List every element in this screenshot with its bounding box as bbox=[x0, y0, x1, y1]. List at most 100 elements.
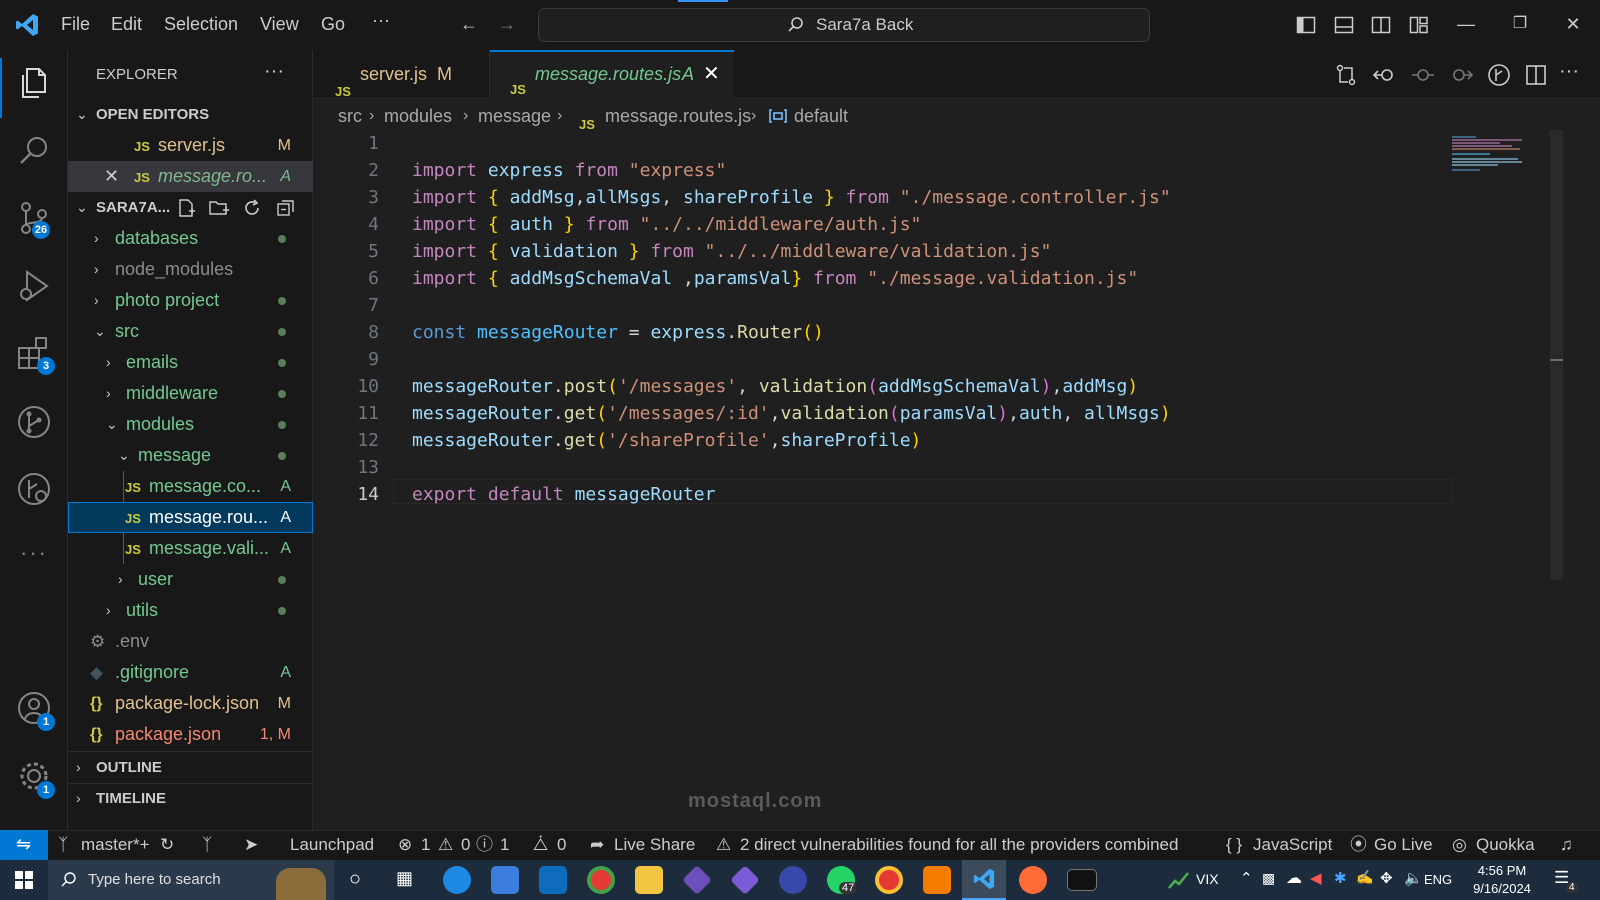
tree-item-src[interactable]: ⌄ src bbox=[68, 316, 313, 347]
ports-count[interactable]: 0 bbox=[557, 831, 566, 859]
vscode-logo-icon[interactable] bbox=[14, 12, 40, 38]
menu-selection[interactable]: Selection bbox=[164, 14, 238, 35]
language-mode[interactable]: JavaScript bbox=[1253, 831, 1332, 859]
forward-arrow-icon[interactable]: → bbox=[496, 13, 518, 35]
explorer-more-button[interactable]: ··· bbox=[264, 60, 284, 83]
error-count[interactable]: 1 bbox=[421, 831, 430, 859]
git-graph-status-icon[interactable]: ᛉ bbox=[202, 831, 212, 859]
bell-icon[interactable]: ♫ bbox=[1560, 831, 1573, 859]
chrome-icon[interactable] bbox=[587, 866, 615, 894]
file-explorer-icon[interactable] bbox=[635, 866, 663, 894]
input-icon[interactable]: ✍ bbox=[1356, 869, 1373, 886]
taskbar-search-box[interactable]: Type here to search bbox=[48, 860, 334, 900]
breadcrumb-item[interactable]: src bbox=[338, 99, 362, 133]
restore-icon[interactable]: ❐ bbox=[1509, 13, 1531, 35]
close-icon[interactable]: ✕ bbox=[104, 161, 119, 192]
toggle-sidebar-icon[interactable] bbox=[1296, 15, 1316, 35]
clock-date[interactable]: 9/16/2024 bbox=[1466, 881, 1538, 896]
split-editor-icon[interactable] bbox=[1525, 64, 1547, 86]
launchpad-label[interactable]: Launchpad bbox=[290, 831, 374, 859]
tree-item-utils[interactable]: › utils bbox=[68, 595, 313, 626]
previous-revision-icon[interactable] bbox=[1373, 64, 1397, 86]
search-icon[interactable] bbox=[17, 134, 51, 168]
breadcrumb-item[interactable]: modules bbox=[384, 99, 452, 133]
tree-item-photo-project[interactable]: › photo project bbox=[68, 285, 313, 316]
warning-count[interactable]: 0 bbox=[461, 831, 470, 859]
toggle-secondary-sidebar-icon[interactable] bbox=[1371, 15, 1391, 35]
tree-item-gitignore[interactable]: ◆ .gitignore A bbox=[68, 657, 313, 688]
refresh-icon[interactable] bbox=[242, 198, 262, 218]
bluetooth-icon[interactable]: ✱ bbox=[1334, 869, 1347, 887]
breadcrumb-item[interactable]: default bbox=[794, 99, 848, 133]
chrome-icon[interactable] bbox=[875, 866, 903, 894]
command-center-search[interactable]: Sara7a Back bbox=[538, 8, 1150, 42]
menu-go[interactable]: Go bbox=[321, 14, 345, 35]
remote-indicator[interactable]: ⇋ bbox=[0, 830, 48, 860]
task-view-icon[interactable]: ▦ bbox=[396, 868, 413, 889]
git-graph-icon[interactable] bbox=[17, 404, 51, 440]
sync-icon[interactable]: ↻ bbox=[160, 831, 174, 859]
tree-item-message-routes[interactable]: JS message.rou... A bbox=[68, 502, 313, 533]
close-window-icon[interactable]: ✕ bbox=[1562, 13, 1584, 35]
run-debug-icon[interactable] bbox=[17, 268, 51, 304]
new-folder-icon[interactable] bbox=[208, 198, 230, 218]
onedrive-icon[interactable]: ☁ bbox=[1286, 868, 1302, 888]
back-arrow-icon[interactable]: ← bbox=[458, 13, 480, 35]
windows-start-icon[interactable] bbox=[15, 871, 33, 889]
live-share-label[interactable]: Live Share bbox=[614, 831, 695, 859]
breadcrumb-item[interactable]: message.routes.js bbox=[605, 99, 751, 133]
tree-item-env[interactable]: ⚙ .env bbox=[68, 626, 313, 657]
new-file-icon[interactable] bbox=[176, 198, 196, 218]
vscode-taskbar-active[interactable] bbox=[962, 860, 1006, 900]
tab-message-routes-js[interactable]: JS message.routes.js A ✕ bbox=[490, 50, 734, 99]
collapse-all-icon[interactable] bbox=[276, 198, 296, 218]
project-folder-header[interactable]: ⌄ SARA7A... bbox=[68, 192, 313, 223]
clock-time[interactable]: 4:56 PM bbox=[1466, 863, 1538, 878]
quokka-label[interactable]: Quokka bbox=[1476, 831, 1535, 859]
tree-item-middleware[interactable]: › middleware bbox=[68, 378, 313, 409]
tree-item-message-validation[interactable]: JS message.vali... A bbox=[68, 533, 313, 564]
commit-icon[interactable] bbox=[1411, 64, 1435, 86]
tree-item-message[interactable]: ⌄ message bbox=[68, 440, 313, 471]
vulnerabilities-text[interactable]: 2 direct vulnerabilities found for all t… bbox=[740, 831, 1178, 859]
close-tab-icon[interactable]: ✕ bbox=[703, 52, 720, 97]
branch-name[interactable]: master*+ bbox=[81, 831, 150, 859]
tree-item-message-controller[interactable]: JS message.co... A bbox=[68, 471, 313, 502]
breadcrumb-item[interactable]: message bbox=[478, 99, 551, 133]
stock-ticker[interactable]: VIX bbox=[1196, 871, 1219, 887]
tray-icon[interactable]: ▩ bbox=[1262, 870, 1275, 887]
cortana-icon[interactable]: ○ bbox=[349, 868, 361, 891]
tree-item-databases[interactable]: › databases bbox=[68, 223, 313, 254]
chevron-up-icon[interactable]: ⌃ bbox=[1240, 869, 1253, 887]
menu-view[interactable]: View bbox=[260, 14, 299, 35]
language-indicator[interactable]: ENG bbox=[1424, 872, 1452, 887]
volume-icon[interactable]: ◀ bbox=[1310, 869, 1322, 887]
menu-edit[interactable]: Edit bbox=[111, 14, 142, 35]
stock-chart-icon[interactable] bbox=[1168, 870, 1190, 890]
app-icon[interactable] bbox=[730, 865, 760, 895]
tree-item-user[interactable]: › user bbox=[68, 564, 313, 595]
tree-item-modules[interactable]: ⌄ modules bbox=[68, 409, 313, 440]
app-icon[interactable] bbox=[682, 865, 712, 895]
more-actions-icon[interactable]: ··· bbox=[1559, 60, 1579, 83]
customize-layout-icon[interactable] bbox=[1409, 15, 1429, 35]
scrollbar-thumb[interactable] bbox=[1550, 130, 1563, 580]
timeline-section-header[interactable]: › TIMELINE bbox=[68, 783, 313, 814]
open-changes-icon[interactable] bbox=[1335, 64, 1357, 86]
tree-item-package-lock[interactable]: {} package-lock.json M bbox=[68, 688, 313, 719]
postman-icon[interactable] bbox=[1019, 866, 1047, 894]
info-count[interactable]: 1 bbox=[500, 831, 509, 859]
terminal-icon[interactable] bbox=[1067, 869, 1097, 891]
xampp-icon[interactable] bbox=[923, 866, 951, 894]
wifi-icon[interactable]: ✥ bbox=[1380, 869, 1393, 887]
go-live-label[interactable]: Go Live bbox=[1374, 831, 1433, 859]
open-editors-header[interactable]: ⌄ OPEN EDITORS bbox=[68, 99, 313, 130]
menu-more[interactable]: ··· bbox=[372, 10, 390, 31]
toggle-panel-icon[interactable] bbox=[1334, 15, 1354, 35]
tree-item-emails[interactable]: › emails bbox=[68, 347, 313, 378]
next-revision-icon[interactable] bbox=[1449, 64, 1473, 86]
app-icon[interactable] bbox=[779, 866, 807, 894]
store-icon[interactable] bbox=[491, 866, 519, 894]
open-editor-item[interactable]: ✕ JS message.ro... A bbox=[68, 161, 313, 192]
minimap[interactable] bbox=[1450, 133, 1550, 173]
